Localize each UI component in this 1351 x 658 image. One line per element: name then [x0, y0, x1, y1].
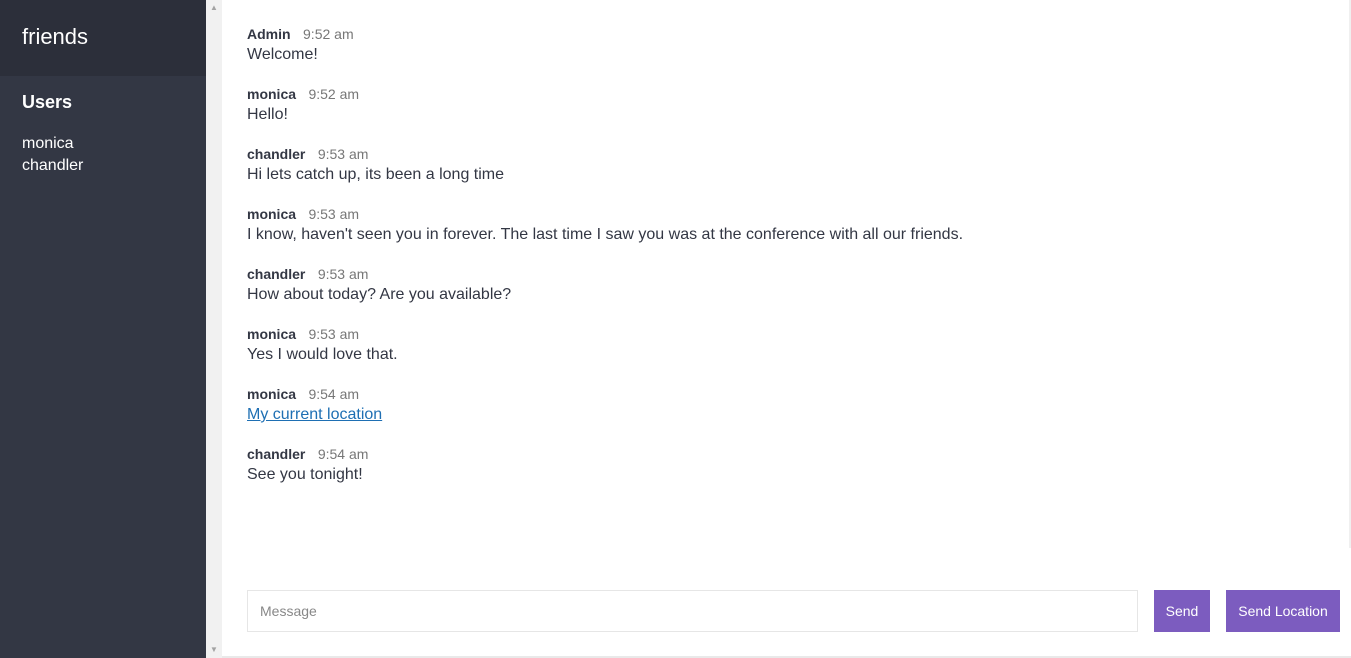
message-time: 9:52 am [303, 26, 354, 42]
sidebar-header: friends [0, 0, 206, 76]
message-text: Hi lets catch up, its been a long time [247, 166, 505, 183]
message-location: My current location [247, 405, 1327, 425]
send-location-button[interactable]: Send Location [1226, 590, 1340, 632]
message-author: monica [247, 86, 297, 102]
chat-app: friends Users monica chandler ▲ ▼ Admin … [0, 0, 1351, 658]
message-meta: monica 9:53 am [247, 326, 1327, 342]
users-list: monica chandler [0, 113, 206, 177]
message-item: chandler 9:53 am Hi lets catch up, its b… [247, 146, 1327, 206]
users-title: Users [22, 92, 73, 112]
messages-list: Admin 9:52 am Welcome! monica 9:52 am He… [247, 26, 1327, 506]
message-time: 9:54 am [308, 386, 360, 402]
message-text: Yes I would love that. [247, 346, 398, 363]
user-item: monica [22, 135, 74, 152]
message-item: chandler 9:53 am How about today? Are yo… [247, 266, 1327, 326]
message-text: Hello! [247, 106, 288, 123]
message-item: monica 9:54 am My current location [247, 386, 1327, 446]
message-item: Admin 9:52 am Welcome! [247, 26, 1327, 86]
scroll-up-arrow-icon[interactable]: ▲ [206, 0, 222, 16]
message-meta: chandler 9:53 am [247, 266, 1327, 282]
message-item: monica 9:53 am I know, haven't seen you … [247, 206, 1327, 266]
message-author: chandler [247, 146, 306, 162]
scroll-down-arrow-icon[interactable]: ▼ [206, 642, 222, 658]
message-time: 9:53 am [317, 146, 369, 162]
message-meta: chandler 9:53 am [247, 146, 1327, 162]
message-item: monica 9:52 am Hello! [247, 86, 1327, 146]
message-text: I know, haven't seen you in forever. The… [247, 226, 964, 243]
message-input[interactable] [247, 590, 1138, 632]
message-meta: chandler 9:54 am [247, 446, 1327, 462]
message-time: 9:52 am [308, 86, 360, 102]
message-author: monica [247, 386, 297, 402]
location-link[interactable]: My current location [247, 406, 382, 423]
message-text: How about today? Are you available? [247, 286, 512, 303]
message-author: monica [247, 206, 297, 222]
send-button[interactable]: Send [1154, 590, 1210, 632]
message-time: 9:53 am [317, 266, 369, 282]
message-meta: monica 9:54 am [247, 386, 1327, 402]
message-item: monica 9:53 am Yes I would love that. [247, 326, 1327, 386]
message-author: chandler [247, 266, 306, 282]
message-meta: monica 9:52 am [247, 86, 1327, 102]
messages-scrollbar[interactable]: ▲ ▼ [206, 0, 222, 658]
message-author: monica [247, 326, 297, 342]
message-time: 9:53 am [308, 326, 360, 342]
message-meta: monica 9:53 am [247, 206, 1327, 222]
sidebar: friends Users monica chandler [0, 0, 206, 658]
message-time: 9:53 am [308, 206, 360, 222]
message-text: Welcome! [247, 46, 318, 63]
room-name: friends [22, 24, 89, 49]
user-item: chandler [22, 157, 84, 174]
message-author: Admin [247, 26, 291, 42]
message-item: chandler 9:54 am See you tonight! [247, 446, 1327, 506]
compose-bar: Send Send Location [222, 548, 1351, 658]
message-text: See you tonight! [247, 466, 363, 483]
message-time: 9:54 am [317, 446, 369, 462]
message-author: chandler [247, 446, 306, 462]
message-meta: Admin 9:52 am [247, 26, 1327, 42]
